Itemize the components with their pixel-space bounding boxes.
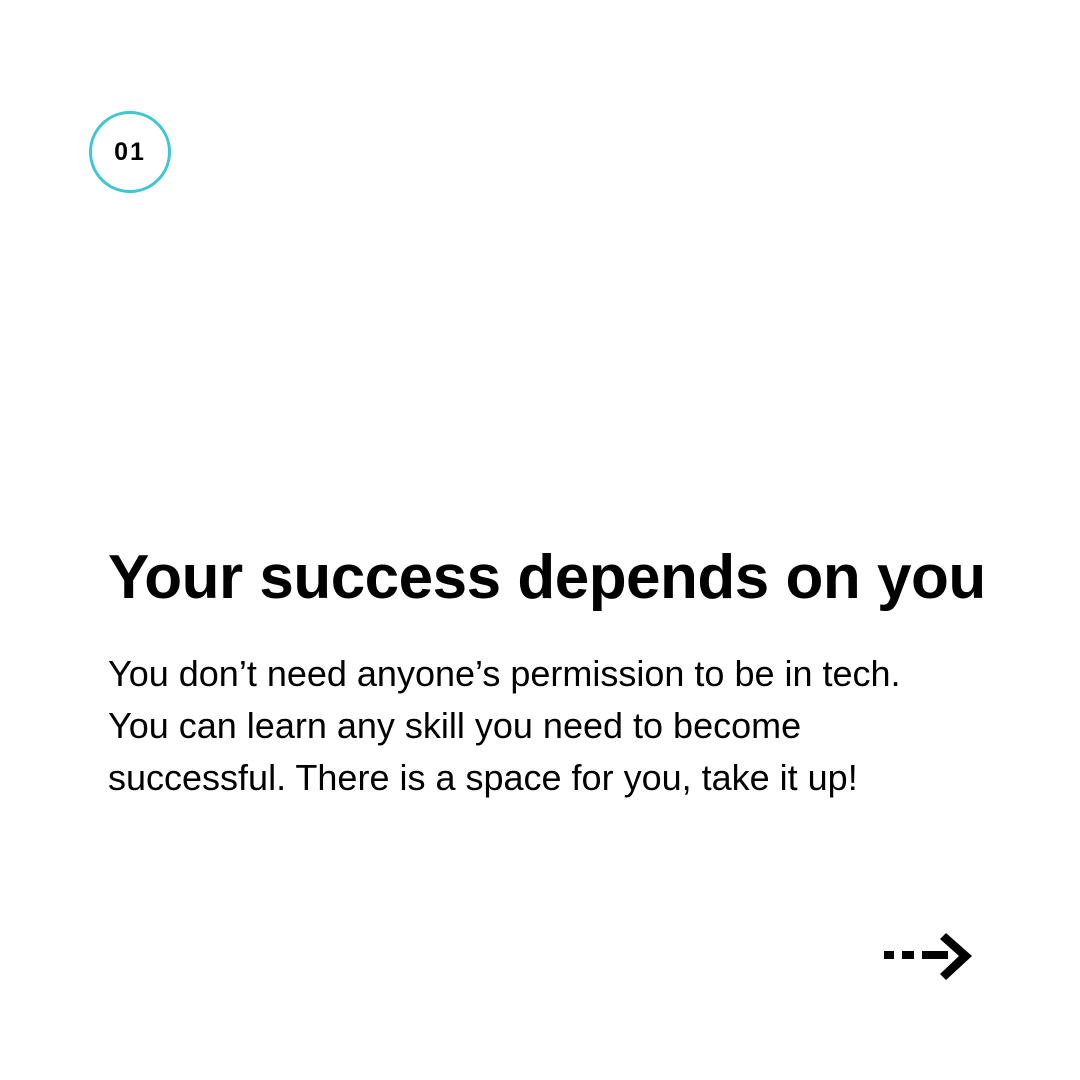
step-number-badge: 01 [89, 111, 171, 193]
body-line: You can learn any skill you need to beco… [108, 705, 802, 746]
dashed-arrow-right-icon [884, 933, 972, 980]
next-slide-button[interactable] [884, 932, 972, 982]
slide-body: You don’t need anyone’s permission to be… [108, 648, 968, 804]
step-number: 01 [114, 137, 146, 166]
body-line: successful. There is a space for you, ta… [108, 757, 858, 798]
body-line: You don’t need anyone’s permission to be… [108, 653, 901, 694]
slide-headline: Your success depends on you [108, 543, 986, 612]
